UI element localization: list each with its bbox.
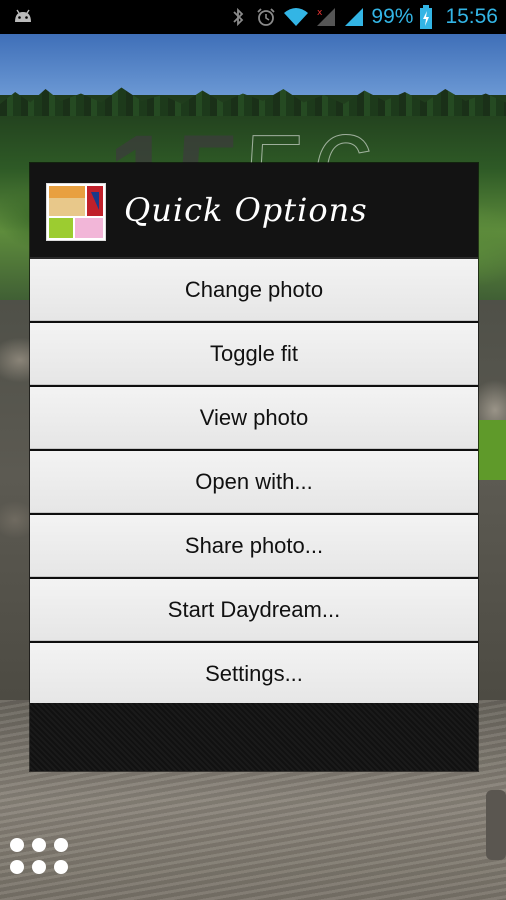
signal-icon <box>345 8 364 26</box>
drawer-dot <box>54 860 68 874</box>
battery-percent: 99% <box>371 5 414 28</box>
drawer-dot <box>32 860 46 874</box>
status-bar: x 99% 15:56 <box>0 0 506 34</box>
start-daydream-button[interactable]: Start Daydream... <box>30 579 478 641</box>
open-with-button[interactable]: Open with... <box>30 451 478 513</box>
wallpaper-stone <box>486 790 506 860</box>
app-photo-icon <box>46 183 106 241</box>
app-drawer-icon[interactable] <box>10 838 74 880</box>
alarm-icon <box>257 8 276 26</box>
android-icon <box>15 9 31 22</box>
drawer-dot <box>10 838 24 852</box>
status-clock: 15:56 <box>445 5 498 28</box>
dialog-title: Quick Options <box>124 191 368 229</box>
drawer-dot <box>54 838 68 852</box>
toggle-fit-button[interactable]: Toggle fit <box>30 323 478 385</box>
dialog-header: Quick Options <box>30 163 478 259</box>
share-photo-button[interactable]: Share photo... <box>30 515 478 577</box>
wifi-icon <box>284 8 309 26</box>
change-photo-button[interactable]: Change photo <box>30 259 478 321</box>
svg-text:x: x <box>317 8 323 18</box>
bluetooth-icon <box>233 7 244 27</box>
options-list: Change photo Toggle fit View photo Open … <box>30 259 478 707</box>
settings-button[interactable]: Settings... <box>30 643 478 705</box>
drawer-dot <box>32 838 46 852</box>
wallpaper-grass <box>478 420 506 480</box>
quick-options-dialog: Quick Options Change photo Toggle fit Vi… <box>30 163 478 771</box>
drawer-dot <box>10 860 24 874</box>
view-photo-button[interactable]: View photo <box>30 387 478 449</box>
signal-no-data-icon: x <box>317 8 336 26</box>
dialog-footer <box>30 703 478 771</box>
battery-charging-icon <box>420 5 433 29</box>
status-icons: x 99% 15:56 <box>227 0 498 34</box>
